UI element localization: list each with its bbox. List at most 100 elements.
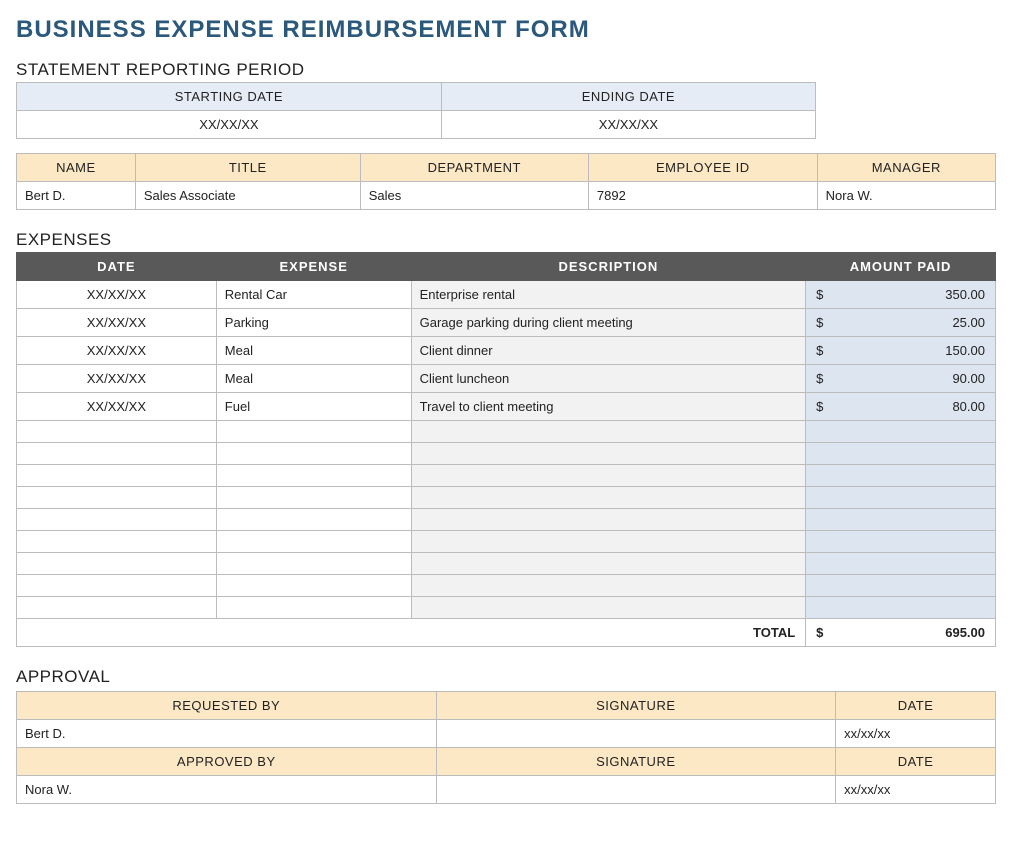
expense-name[interactable]: Meal bbox=[216, 337, 411, 365]
expense-amount[interactable] bbox=[806, 575, 996, 597]
approval-table: REQUESTED BY SIGNATURE DATE Bert D. xx/x… bbox=[16, 691, 996, 804]
expense-amount[interactable]: $80.00 bbox=[806, 393, 996, 421]
expense-amount-value: 80.00 bbox=[952, 399, 987, 414]
expense-row bbox=[17, 509, 996, 531]
expense-description[interactable] bbox=[411, 575, 806, 597]
expense-name[interactable]: Meal bbox=[216, 365, 411, 393]
expense-amount[interactable] bbox=[806, 531, 996, 553]
expense-date[interactable] bbox=[17, 421, 217, 443]
expense-date[interactable]: XX/XX/XX bbox=[17, 337, 217, 365]
expense-date[interactable] bbox=[17, 531, 217, 553]
expenses-table: DATE EXPENSE DESCRIPTION AMOUNT PAID XX/… bbox=[16, 252, 996, 647]
expense-row: XX/XX/XXFuelTravel to client meeting$80.… bbox=[17, 393, 996, 421]
expense-date[interactable] bbox=[17, 487, 217, 509]
expense-description[interactable]: Travel to client meeting bbox=[411, 393, 806, 421]
period-table: STARTING DATE ENDING DATE XX/XX/XX XX/XX… bbox=[16, 82, 816, 139]
expense-date[interactable] bbox=[17, 443, 217, 465]
approval-approved-by-value[interactable]: Nora W. bbox=[17, 776, 437, 804]
expense-name[interactable] bbox=[216, 553, 411, 575]
approval-requested-signature-value[interactable] bbox=[436, 720, 836, 748]
currency-symbol: $ bbox=[814, 315, 823, 330]
expense-description[interactable] bbox=[411, 487, 806, 509]
expense-description[interactable] bbox=[411, 531, 806, 553]
approval-requested-date-value[interactable]: xx/xx/xx bbox=[836, 720, 996, 748]
expense-name[interactable]: Rental Car bbox=[216, 281, 411, 309]
expense-name[interactable] bbox=[216, 575, 411, 597]
expense-description[interactable] bbox=[411, 597, 806, 619]
expense-name[interactable] bbox=[216, 597, 411, 619]
expense-name[interactable] bbox=[216, 509, 411, 531]
expense-name[interactable]: Parking bbox=[216, 309, 411, 337]
expense-date[interactable] bbox=[17, 575, 217, 597]
expense-amount[interactable] bbox=[806, 465, 996, 487]
expense-amount[interactable] bbox=[806, 443, 996, 465]
approval-date-header-2: DATE bbox=[836, 748, 996, 776]
expense-description[interactable]: Client dinner bbox=[411, 337, 806, 365]
expense-date[interactable] bbox=[17, 553, 217, 575]
expense-row bbox=[17, 443, 996, 465]
exp-expense-header: EXPENSE bbox=[216, 253, 411, 281]
emp-name-value[interactable]: Bert D. bbox=[17, 182, 136, 210]
expense-description[interactable] bbox=[411, 553, 806, 575]
approval-heading: APPROVAL bbox=[16, 667, 998, 687]
approval-requested-by-value[interactable]: Bert D. bbox=[17, 720, 437, 748]
expense-name[interactable]: Fuel bbox=[216, 393, 411, 421]
expense-description[interactable] bbox=[411, 509, 806, 531]
exp-amount-header: AMOUNT PAID bbox=[806, 253, 996, 281]
expense-name[interactable] bbox=[216, 487, 411, 509]
employee-table: NAME TITLE DEPARTMENT EMPLOYEE ID MANAGE… bbox=[16, 153, 996, 210]
expense-date[interactable] bbox=[17, 597, 217, 619]
expense-description[interactable] bbox=[411, 421, 806, 443]
expense-row bbox=[17, 531, 996, 553]
expense-name[interactable] bbox=[216, 531, 411, 553]
currency-symbol: $ bbox=[814, 343, 823, 358]
expense-row bbox=[17, 553, 996, 575]
expense-amount[interactable]: $350.00 bbox=[806, 281, 996, 309]
expense-amount[interactable] bbox=[806, 553, 996, 575]
expense-amount[interactable] bbox=[806, 597, 996, 619]
expense-amount[interactable] bbox=[806, 421, 996, 443]
approval-approved-signature-value[interactable] bbox=[436, 776, 836, 804]
expense-name[interactable] bbox=[216, 421, 411, 443]
expense-date[interactable] bbox=[17, 509, 217, 531]
expenses-heading: EXPENSES bbox=[16, 230, 998, 250]
expense-description[interactable] bbox=[411, 443, 806, 465]
expense-name[interactable] bbox=[216, 465, 411, 487]
period-start-header: STARTING DATE bbox=[17, 83, 442, 111]
expense-description[interactable]: Client luncheon bbox=[411, 365, 806, 393]
expense-amount[interactable]: $150.00 bbox=[806, 337, 996, 365]
period-heading: STATEMENT REPORTING PERIOD bbox=[16, 60, 998, 80]
expense-description[interactable] bbox=[411, 465, 806, 487]
period-end-value[interactable]: XX/XX/XX bbox=[441, 111, 815, 139]
expense-amount[interactable] bbox=[806, 509, 996, 531]
expense-description[interactable]: Garage parking during client meeting bbox=[411, 309, 806, 337]
expense-amount-value: 150.00 bbox=[945, 343, 987, 358]
expenses-total-value: 695.00 bbox=[945, 625, 987, 640]
expense-date[interactable]: XX/XX/XX bbox=[17, 281, 217, 309]
approval-requested-by-header: REQUESTED BY bbox=[17, 692, 437, 720]
expense-date[interactable]: XX/XX/XX bbox=[17, 365, 217, 393]
expense-amount[interactable] bbox=[806, 487, 996, 509]
expense-row: XX/XX/XXMealClient dinner$150.00 bbox=[17, 337, 996, 365]
approval-signature-header-2: SIGNATURE bbox=[436, 748, 836, 776]
emp-id-value[interactable]: 7892 bbox=[588, 182, 817, 210]
period-start-value[interactable]: XX/XX/XX bbox=[17, 111, 442, 139]
expense-date[interactable] bbox=[17, 465, 217, 487]
exp-desc-header: DESCRIPTION bbox=[411, 253, 806, 281]
expense-date[interactable]: XX/XX/XX bbox=[17, 393, 217, 421]
currency-symbol: $ bbox=[814, 287, 823, 302]
expense-row bbox=[17, 575, 996, 597]
expense-row bbox=[17, 597, 996, 619]
emp-manager-value[interactable]: Nora W. bbox=[817, 182, 995, 210]
expense-name[interactable] bbox=[216, 443, 411, 465]
approval-date-header: DATE bbox=[836, 692, 996, 720]
expense-date[interactable]: XX/XX/XX bbox=[17, 309, 217, 337]
approval-approved-date-value[interactable]: xx/xx/xx bbox=[836, 776, 996, 804]
expense-row bbox=[17, 465, 996, 487]
emp-department-value[interactable]: Sales bbox=[360, 182, 588, 210]
expense-description[interactable]: Enterprise rental bbox=[411, 281, 806, 309]
emp-title-value[interactable]: Sales Associate bbox=[135, 182, 360, 210]
expense-amount[interactable]: $25.00 bbox=[806, 309, 996, 337]
expense-amount[interactable]: $90.00 bbox=[806, 365, 996, 393]
currency-symbol: $ bbox=[814, 399, 823, 414]
